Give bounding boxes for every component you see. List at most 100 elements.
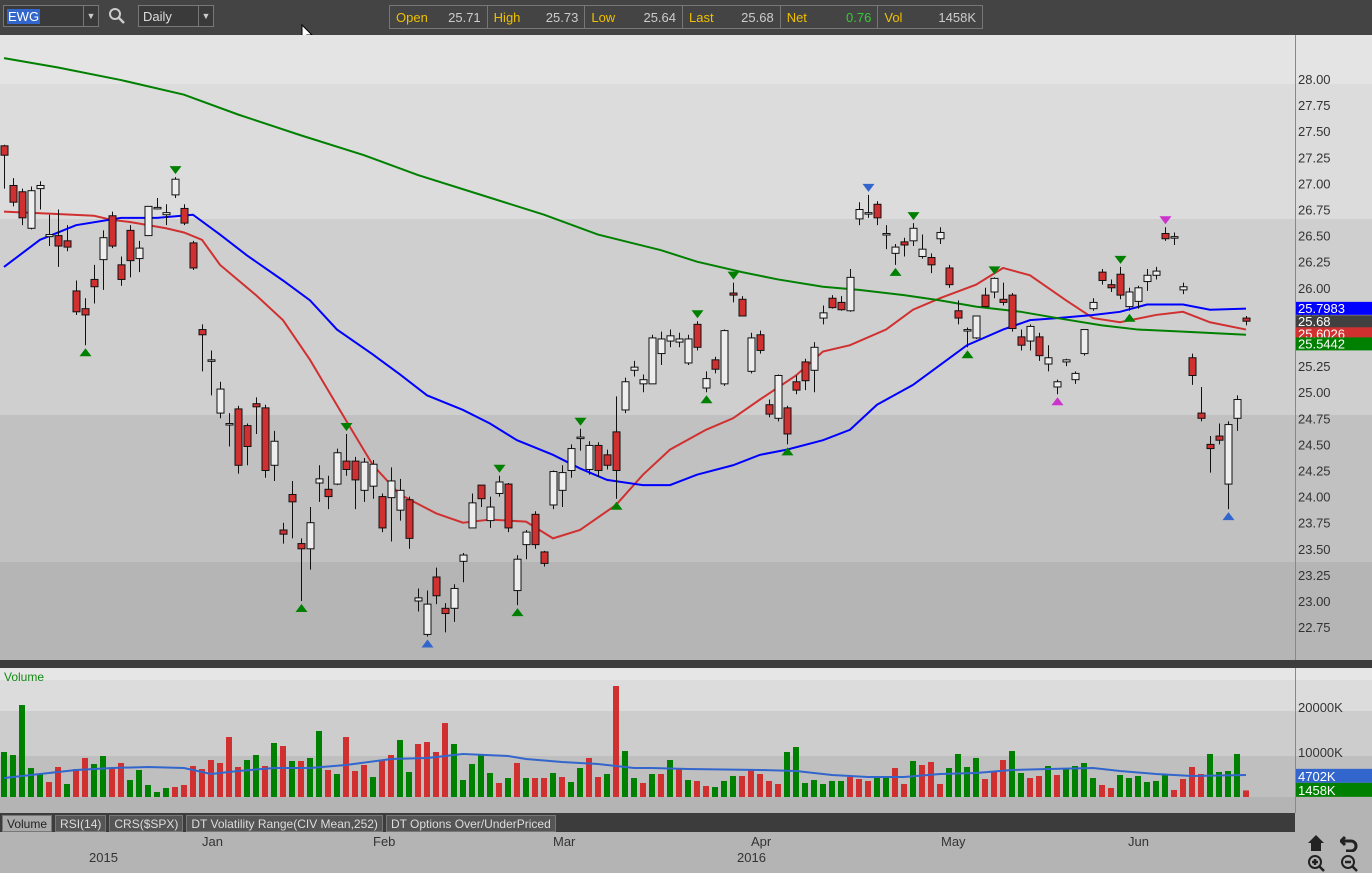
candle-body [45,234,54,238]
candle-body [117,264,126,280]
candle-body [531,513,540,546]
zoom-out-icon[interactable] [1340,854,1359,873]
symbol-dropdown-chevron-icon[interactable]: ▼ [83,6,98,26]
candle-body [315,478,324,484]
zoom-in-icon[interactable] [1307,854,1326,873]
quote-low: Low 25.64 [585,6,684,28]
volume-bar [964,766,970,797]
symbol-input[interactable]: EWG ▼ [3,5,99,27]
candle-body [846,276,855,312]
candle-body [900,241,909,246]
volume-bar [811,779,817,797]
volume-bar [730,775,736,797]
volume-bar [1,752,7,797]
candle-body [477,484,486,500]
candle-body [261,407,270,471]
period-select[interactable]: Daily ▼ [138,5,214,27]
candle-body [153,206,162,210]
y-tick-label: 26.50 [1298,229,1331,244]
candle-body [63,240,72,248]
volume-bar [136,770,142,797]
quote-label: High [493,9,521,25]
volume-bar [937,783,943,797]
volume-bar [1171,789,1177,797]
candle-body [288,494,297,503]
candle-body [792,381,801,391]
symbol-value[interactable]: EWG [7,9,41,24]
volume-bar [280,746,286,797]
volume-bar [649,774,655,797]
candle-body [603,454,612,466]
panel-divider[interactable] [0,660,1372,668]
price-chart[interactable]: 28.00 27.75 27.50 27.25 27.00 26.75 26.50 26.25… [0,35,1372,660]
volume-bar [424,742,430,797]
date-label-year: 2015 [89,850,118,865]
volume-bar [955,753,961,797]
candle-body [1224,424,1233,485]
volume-bar [667,760,673,797]
volume-bar [514,762,520,797]
candle-body [1161,233,1170,240]
candle-body [468,502,477,529]
candle-body [837,301,846,311]
volume-bar [892,768,898,797]
y-tick-label: 24.50 [1298,437,1331,452]
volume-bar [469,764,475,797]
volume-bar [1153,780,1159,797]
y-tick-label: 26.75 [1298,203,1331,218]
candle-body [873,203,882,219]
volume-bar [109,768,115,797]
volume-bar [595,777,601,797]
tab-dt-options-over-underpriced[interactable]: DT Options Over/UnderPriced [385,815,556,832]
y-tick-label: 23.50 [1298,542,1331,557]
candle-body [891,246,900,254]
candle-body [1044,357,1053,365]
period-value: Daily [143,9,172,24]
candle-body [1080,329,1089,355]
candle-body [1116,273,1125,296]
candle-body [963,329,972,332]
volume-bar [1027,778,1033,797]
volume-bar [802,783,808,797]
period-dropdown-chevron-icon[interactable]: ▼ [198,6,213,26]
volume-bar [568,782,574,797]
tab-crs-spx-[interactable]: CRS($SPX) [109,815,184,832]
volume-bar [910,761,916,797]
volume-bar [1009,751,1015,797]
candle-body [1125,291,1134,308]
volume-bar [181,784,187,797]
volume-bar [874,777,880,797]
candle-body [945,267,954,286]
candle-body [936,231,945,240]
volume-bar [1126,778,1132,797]
home-icon[interactable] [1307,834,1325,852]
volume-bar [19,705,25,797]
indicator-tabs: Volume RSI(14) CRS($SPX) DT Volatility Rang… [0,813,1295,832]
volume-bar [208,760,214,797]
volume-bar [163,788,169,797]
candle-body [18,191,27,219]
candle-body [81,308,90,316]
volume-bar [856,779,862,797]
volume-bar [82,757,88,797]
tab-volume[interactable]: Volume [2,815,53,832]
volume-bar [487,773,493,797]
volume-bar [100,756,106,797]
undo-icon[interactable] [1340,834,1358,852]
candle-body [378,496,387,529]
volume-bar [1045,765,1051,797]
tab-dt-volatility-range-civ-mean-252-[interactable]: DT Volatility Range(CIV Mean,252) [186,815,383,832]
candle-body [1206,443,1215,450]
y-tick-label: 25.00 [1298,385,1331,400]
candle-body [918,248,927,257]
search-icon[interactable] [108,7,126,25]
candle-body [486,506,495,522]
tab-rsi-14-[interactable]: RSI(14) [55,815,107,832]
candle-body [441,607,450,615]
volume-chart[interactable]: Volume 20000K 10000K 4702K1458K [0,668,1372,813]
candle-body [432,576,441,597]
background-band [0,680,1372,711]
background-band [0,415,1372,562]
quote-net: Net 0.76 [781,6,879,28]
volume-bar [766,780,772,797]
